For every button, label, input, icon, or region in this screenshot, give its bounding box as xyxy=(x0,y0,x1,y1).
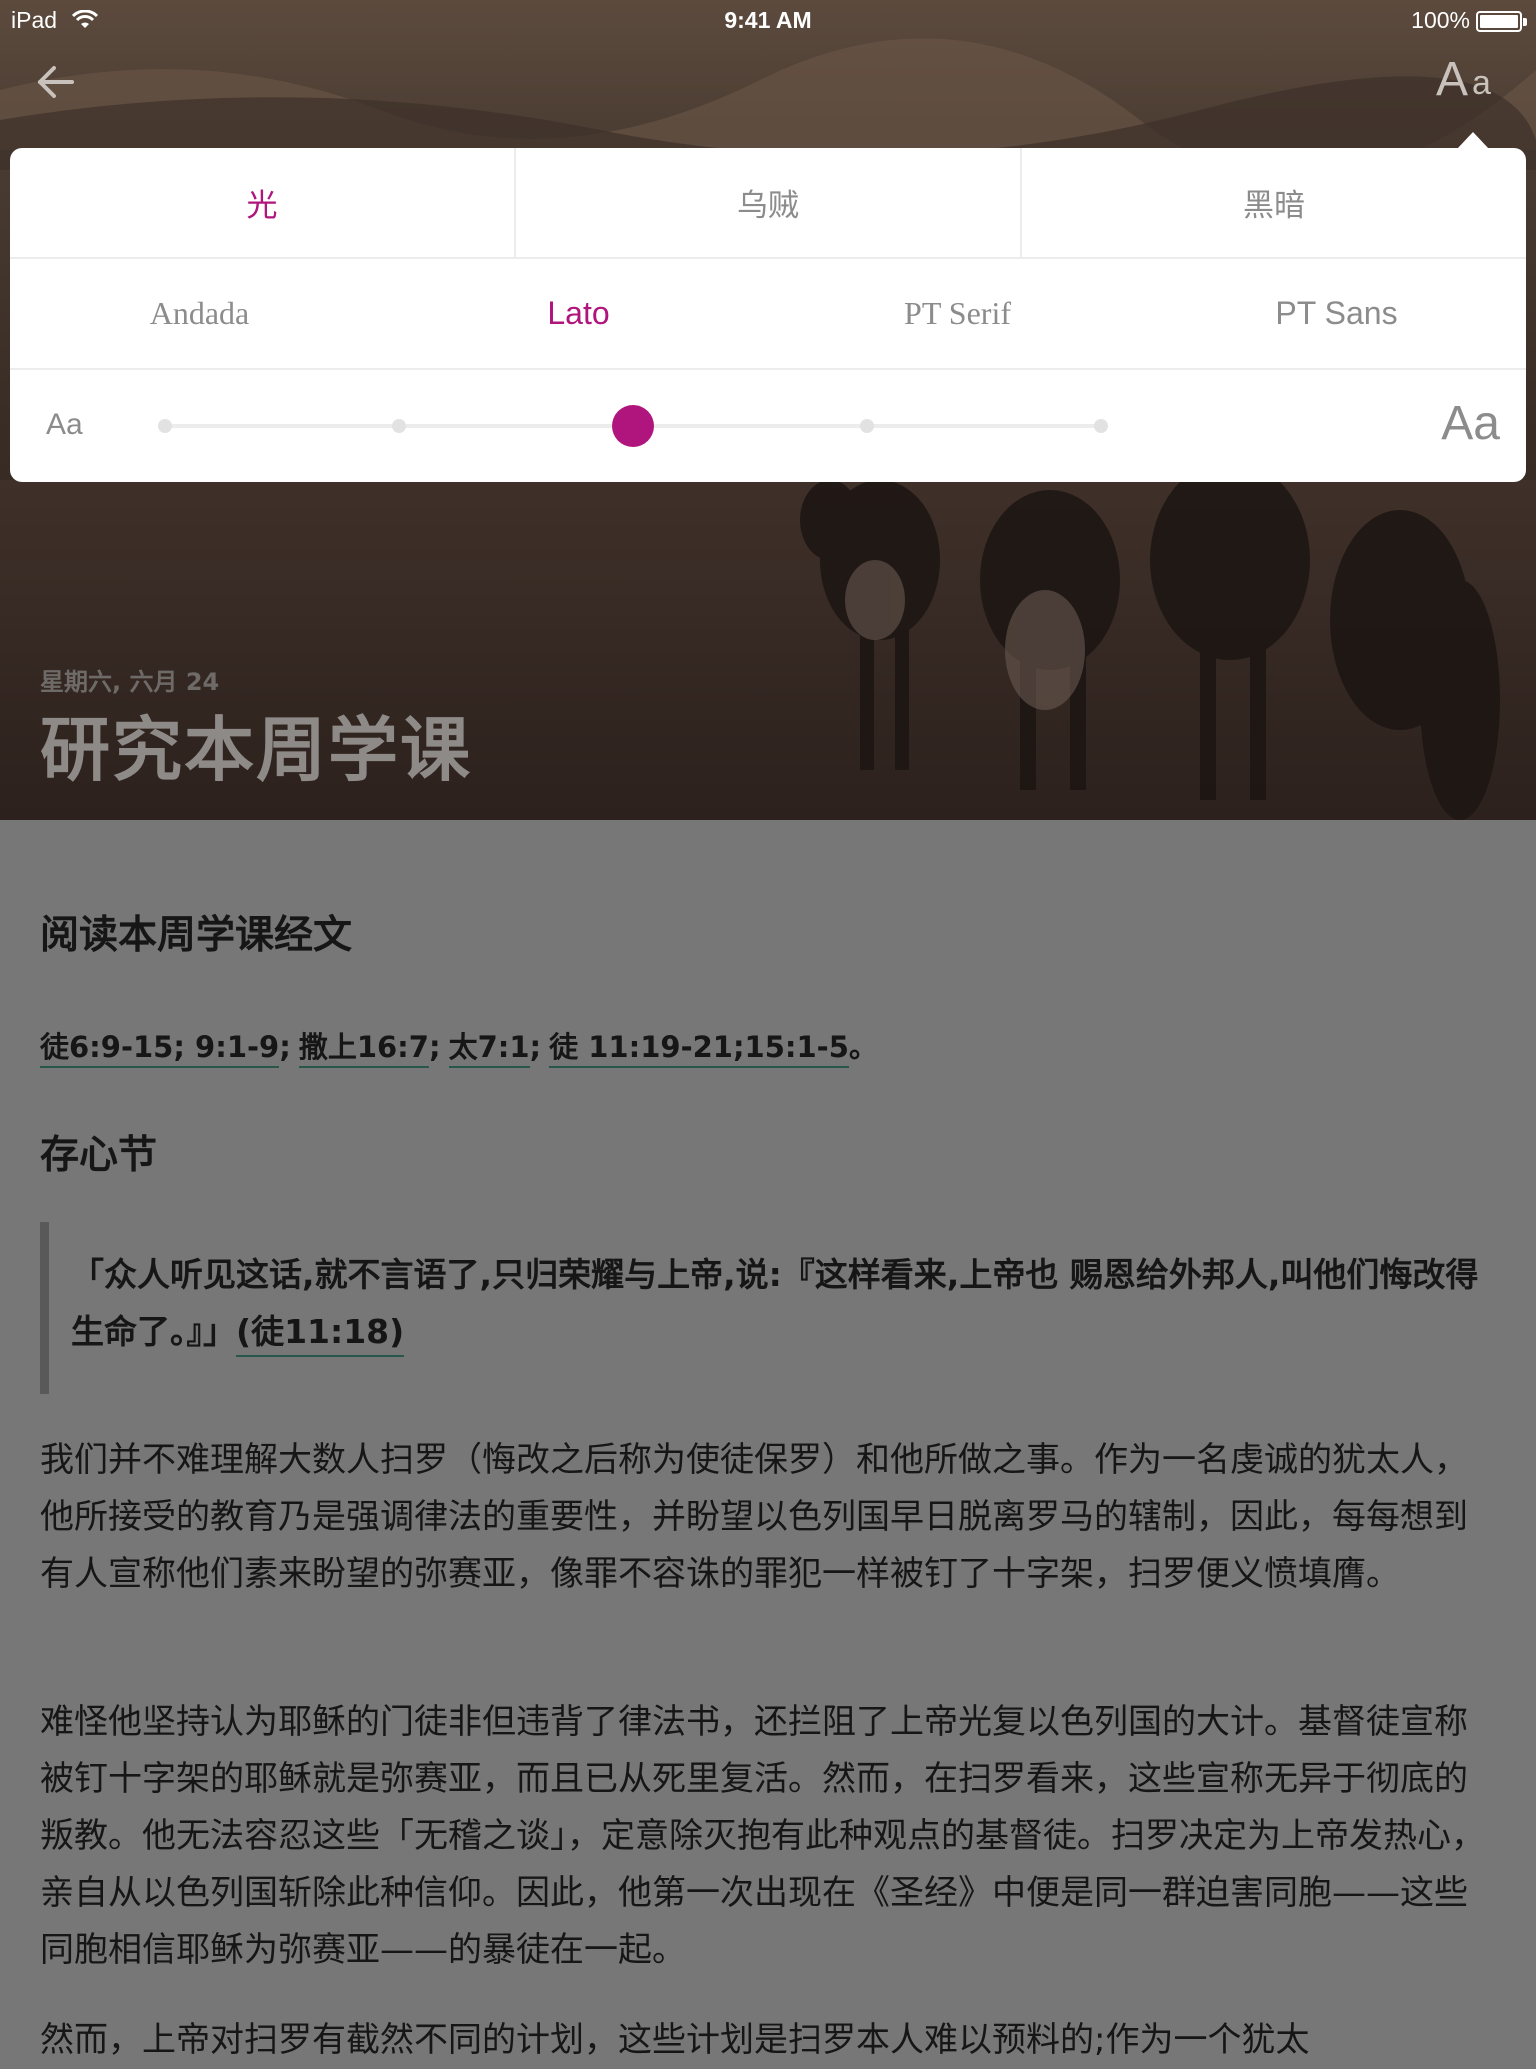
font-pt-sans-tab[interactable]: PT Sans xyxy=(1147,259,1526,368)
memory-verse-quote: 「众人听见这话,就不言语了,只归荣耀与上帝,说:『这样看来,上帝也 赐恩给外邦人… xyxy=(40,1222,1496,1394)
font-andada-tab[interactable]: Andada xyxy=(10,259,389,368)
memory-verse-ref-link[interactable]: (徒11:18) xyxy=(236,1312,405,1357)
size-small-label: Aa xyxy=(46,408,83,441)
theme-label: 光 xyxy=(246,188,278,224)
font-settings-icon-big: A xyxy=(1436,53,1469,106)
reading-settings-popover: 光 乌贼 黑暗 Andada Lato PT Serif PT Sans Aa … xyxy=(10,148,1526,482)
scripture-link[interactable]: 撒上16:7 xyxy=(298,1030,429,1068)
font-settings-icon-small: a xyxy=(1472,64,1491,102)
size-large-label: Aa xyxy=(1441,397,1500,450)
refs-end: 。 xyxy=(848,1030,878,1064)
font-label: Andada xyxy=(149,295,250,331)
back-button[interactable] xyxy=(30,58,82,106)
popover-arrow xyxy=(1457,132,1489,149)
font-size-slider[interactable] xyxy=(130,370,1382,482)
font-label: PT Serif xyxy=(904,295,1011,331)
slider-stop[interactable] xyxy=(392,419,406,433)
paragraph: 我们并不难理解大数人扫罗（悔改之后称为使徒保罗）和他所做之事。作为一名虔诚的犹太… xyxy=(40,1440,1468,1594)
slider-stop[interactable] xyxy=(158,419,172,433)
theme-label: 乌贼 xyxy=(737,188,799,224)
memory-verse-heading: 存心节 xyxy=(40,1133,158,1178)
status-bar: iPad 9:41 AM 100% xyxy=(0,0,1536,40)
font-label: Lato xyxy=(547,295,610,331)
theme-selector: 光 乌贼 黑暗 xyxy=(10,148,1526,259)
article-body: 阅读本周学课经文 徒6:9-15; 9:1-9; 撒上16:7; 太7:1; 徒 11… xyxy=(0,820,1536,2060)
theme-label: 黑暗 xyxy=(1243,188,1305,224)
slider-thumb[interactable] xyxy=(612,405,654,447)
battery-icon xyxy=(1476,11,1522,32)
page-title: 研究本周学课 xyxy=(40,709,472,791)
font-label: PT Sans xyxy=(1275,295,1398,331)
reading-heading: 阅读本周学课经文 xyxy=(40,913,353,958)
font-selector: Andada Lato PT Serif PT Sans xyxy=(10,259,1526,370)
paragraph: 难怪他坚持认为耶稣的门徒非但违背了律法书，还拦阻了上帝光复以色列国的大计。基督徒… xyxy=(40,1702,1485,1970)
theme-sepia-tab[interactable]: 乌贼 xyxy=(516,148,1022,257)
scripture-link[interactable]: 太7:1 xyxy=(448,1030,530,1068)
arrow-left-icon xyxy=(38,66,74,98)
scripture-refs: 徒6:9-15; 9:1-9; 撒上16:7; 太7:1; 徒 11:19-21;15… xyxy=(40,1024,878,1068)
clock: 9:41 AM xyxy=(724,7,812,33)
slider-stop[interactable] xyxy=(860,419,874,433)
battery-tip xyxy=(1523,18,1527,26)
theme-light-tab[interactable]: 光 xyxy=(10,148,516,257)
lesson-date: 星期六, 六月 24 xyxy=(40,668,220,696)
theme-dark-tab[interactable]: 黑暗 xyxy=(1022,148,1526,257)
scripture-link[interactable]: 徒 11:19-21;15:1-5 xyxy=(549,1030,849,1068)
font-lato-tab[interactable]: Lato xyxy=(389,259,768,368)
font-pt-serif-tab[interactable]: PT Serif xyxy=(768,259,1147,368)
font-settings-button[interactable]: A a xyxy=(1436,52,1512,106)
font-size-row: Aa Aa xyxy=(10,370,1526,482)
slider-stop[interactable] xyxy=(1094,419,1108,433)
paragraph: 然而，上帝对扫罗有截然不同的计划，这些计划是扫罗本人难以预料的;作为一个犹太 xyxy=(40,2020,1310,2060)
battery-percent: 100% xyxy=(1411,7,1470,33)
scripture-link[interactable]: 徒6:9-15; 9:1-9 xyxy=(40,1030,280,1068)
